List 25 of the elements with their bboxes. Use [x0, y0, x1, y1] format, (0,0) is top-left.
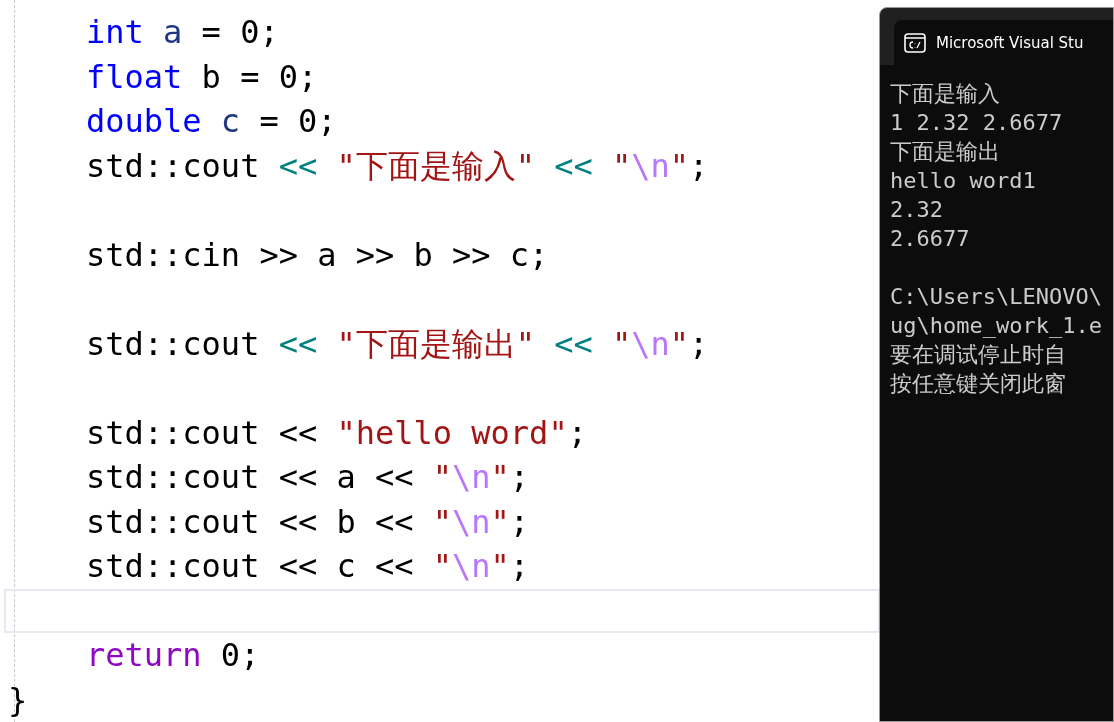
code-line: double c = 0; — [86, 101, 337, 143]
console-output-line: hello word1 — [890, 167, 1037, 195]
console-output-line: 2.6677 — [890, 225, 971, 253]
code-line: std::cout << c << "\n"; — [86, 546, 530, 588]
code-line: std::cout << b << "\n"; — [86, 501, 530, 543]
console-output-line: 2.32 — [890, 196, 944, 224]
code-line: std::cout << "hello word"; — [86, 412, 587, 454]
code-line: std::cin >> a >> b >> c; — [86, 234, 549, 276]
code-line: std::cout << a << "\n"; — [86, 457, 530, 499]
console-output-line: ug\home_work_1.e — [890, 312, 1103, 340]
console-output-line: 下面是输出 — [890, 138, 1001, 166]
window-title: Microsoft Visual Stu — [936, 33, 1084, 52]
console-output-line: 按任意键关闭此窗 — [890, 370, 1067, 398]
terminal-icon — [904, 32, 926, 53]
code-line: float b = 0; — [86, 56, 318, 98]
console-output-line: 要在调试停止时自 — [890, 341, 1067, 369]
console-output-line: 1 2.32 2.6677 — [890, 109, 1064, 137]
console-tab[interactable]: Microsoft Visual Stu — [894, 20, 1113, 65]
code-line: std::cout << "下面是输出" << "\n"; — [86, 323, 709, 365]
closing-brace: } — [8, 679, 28, 721]
code-line: return 0; — [86, 635, 260, 677]
console-output-line: C:\Users\LENOVO\ — [890, 283, 1103, 311]
code-line: int a = 0; — [86, 12, 279, 54]
code-line: std::cout << "下面是输入" << "\n"; — [86, 145, 709, 187]
console-output-line: 下面是输入 — [890, 80, 1001, 108]
